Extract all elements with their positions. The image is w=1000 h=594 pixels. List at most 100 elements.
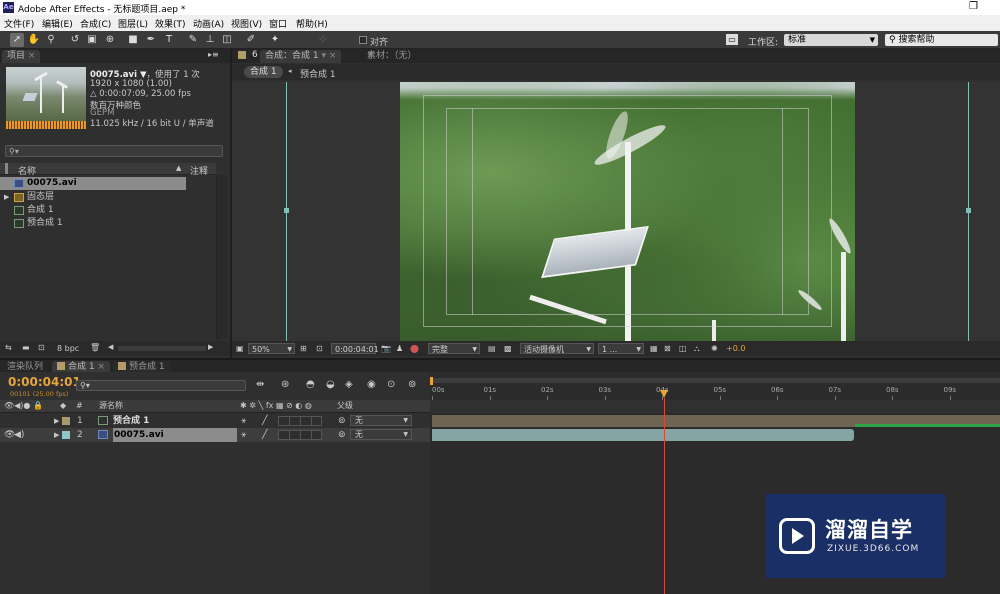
layer-name[interactable]: 预合成 1 xyxy=(113,414,149,428)
label-color-swatch[interactable] xyxy=(62,431,70,439)
axis-mode-icon[interactable]: ⊹ xyxy=(316,33,330,47)
col-source-name[interactable]: 源名称 xyxy=(99,400,123,412)
tab-composition[interactable]: 合成：合成 1 ▾ × xyxy=(260,50,342,63)
pan-behind-tool-icon[interactable]: ⊕ xyxy=(103,33,117,47)
roto-brush-tool-icon[interactable]: ✐ xyxy=(244,33,258,47)
motion-blur-icon[interactable]: ◈ xyxy=(345,379,353,390)
fast-preview-gear-icon[interactable]: ⛬ xyxy=(694,343,700,354)
audio-speaker-icon[interactable]: ◀) xyxy=(14,428,24,442)
parent-select[interactable]: 无 ▼ xyxy=(350,415,412,426)
always-preview-icon[interactable]: ▣ xyxy=(236,343,244,354)
exposure-icon[interactable]: ✺ xyxy=(711,343,718,354)
project-item-solids-folder[interactable]: ▶ 固态层 xyxy=(0,191,216,204)
project-search-input[interactable]: ⚲▾ xyxy=(5,145,223,157)
parent-select[interactable]: 无 ▼ xyxy=(350,429,412,440)
menu-anim[interactable]: 动画(A) xyxy=(193,17,224,30)
playhead-line[interactable] xyxy=(664,398,665,594)
snap-checkbox[interactable] xyxy=(359,36,367,44)
selection-tool-icon[interactable]: ➚ xyxy=(10,33,24,47)
restore-window-icon[interactable]: ❐ xyxy=(969,1,978,12)
timeline-layer-1[interactable]: ▶ 1 预合成 1 ⚹ ╱ ⊚ 无 ▼ xyxy=(0,414,430,428)
label-color-swatch[interactable] xyxy=(62,417,70,425)
resolution-select[interactable]: 完整 ▼ xyxy=(428,343,480,354)
graph-editor-icon[interactable]: ◉ xyxy=(367,379,376,390)
rotate-tool-icon[interactable]: ↺ xyxy=(68,33,82,47)
tab-project[interactable]: 项目 × xyxy=(2,50,41,63)
hide-shy-icon[interactable]: ◓ xyxy=(306,379,315,390)
crumb-comp1[interactable]: 合成 1 xyxy=(244,66,283,78)
scroll-left-icon[interactable]: ◀ xyxy=(108,343,113,351)
shy-switch-icon[interactable]: ⚹ xyxy=(241,414,246,428)
camera-select[interactable]: 活动摄像机 ▼ xyxy=(520,343,594,354)
layer-handle-right[interactable] xyxy=(966,208,971,213)
channel-icon[interactable]: ⬤ xyxy=(410,343,419,354)
quality-switch-icon[interactable]: ╱ xyxy=(262,428,267,442)
panel-menu-icon[interactable]: ▸≡ xyxy=(208,50,219,59)
timeline-layer-2[interactable]: 👁 ◀) ▶ 2 00075.avi ⚹ ╱ ⊚ 无 ▼ xyxy=(0,428,430,442)
brush-tool-icon[interactable]: ✎ xyxy=(186,33,200,47)
toggle-pixel-icon[interactable]: ▦ xyxy=(650,343,658,354)
flowchart-icon[interactable]: ◫ xyxy=(679,343,687,354)
label-tag-icon[interactable]: ◆ xyxy=(60,400,66,412)
work-area-bar[interactable] xyxy=(430,378,1000,383)
hand-tool-icon[interactable]: ✋ xyxy=(27,33,41,47)
camera-tool-icon[interactable]: ▣ xyxy=(85,33,99,47)
work-area-start-icon[interactable] xyxy=(430,377,433,385)
new-folder-icon[interactable]: ▬ xyxy=(22,343,30,352)
layer-handle-left[interactable] xyxy=(284,208,289,213)
toggle-mask-icon[interactable]: ⊠ xyxy=(664,343,671,354)
text-tool-icon[interactable]: T xyxy=(162,33,176,47)
transparency-grid-icon[interactable]: ⊡ xyxy=(316,343,323,354)
expand-triangle-icon[interactable]: ▶ xyxy=(54,428,59,442)
project-scrollbar[interactable] xyxy=(216,175,228,339)
col-name[interactable]: 名称 xyxy=(18,164,36,177)
playhead-handle-icon[interactable] xyxy=(660,390,668,398)
sort-up-icon[interactable]: ▲ xyxy=(176,164,181,172)
frame-blending-icon[interactable]: ◒ xyxy=(326,379,335,390)
pickwhip-icon[interactable]: ⊚ xyxy=(338,428,346,442)
crumb-precomp1[interactable]: 预合成 1 xyxy=(300,67,336,80)
draft-3d-icon[interactable]: ⊛ xyxy=(281,379,289,390)
footage-layer-bar[interactable] xyxy=(432,429,854,441)
pen-tool-icon[interactable]: ✒ xyxy=(144,33,158,47)
menu-comp[interactable]: 合成(C) xyxy=(80,17,111,30)
zoom-select[interactable]: 50% ▼ xyxy=(248,343,295,354)
expand-triangle-icon[interactable]: ▶ xyxy=(4,191,9,204)
rectangle-tool-icon[interactable]: ■ xyxy=(126,33,140,47)
shy-switch-icon[interactable]: ⚹ xyxy=(241,428,246,442)
help-search-input[interactable]: ⚲ 搜索帮助 xyxy=(885,34,998,46)
live-update-icon[interactable]: ⊚ xyxy=(408,379,416,390)
menu-window[interactable]: 窗口 xyxy=(269,17,287,30)
viewer-timecode[interactable]: 0:00:04:01 xyxy=(331,343,379,354)
col-parent[interactable]: 父级 xyxy=(337,400,353,412)
snapshot-camera-icon[interactable]: 📷 xyxy=(381,343,391,354)
brainstorm-icon[interactable]: ⊙ xyxy=(387,379,395,390)
layer-name[interactable]: 00075.avi xyxy=(113,428,237,442)
col-note[interactable]: 注释 xyxy=(190,164,208,177)
scroll-right-icon[interactable]: ▶ xyxy=(208,343,213,351)
interpret-footage-icon[interactable]: ⇆ xyxy=(5,343,12,352)
menu-help[interactable]: 帮助(H) xyxy=(296,17,328,30)
switch-boxes[interactable] xyxy=(278,416,322,426)
switch-boxes[interactable] xyxy=(278,430,322,440)
clone-stamp-tool-icon[interactable]: ⊥ xyxy=(203,33,217,47)
menu-layer[interactable]: 图层(L) xyxy=(118,17,148,30)
lock-icon[interactable] xyxy=(238,51,249,61)
new-comp-icon[interactable]: ⊡ xyxy=(38,343,45,352)
fast-preview-icon[interactable]: ▤ xyxy=(488,343,496,354)
zoom-tool-icon[interactable]: ⚲ xyxy=(44,33,58,47)
menu-edit[interactable]: 编辑(E) xyxy=(42,17,73,30)
timeline-search-input[interactable]: ⚲▾ xyxy=(76,380,246,391)
current-timecode[interactable]: 0:00:04:01 xyxy=(8,375,81,389)
views-select[interactable]: 1 ... ▼ xyxy=(598,343,644,354)
exposure-value[interactable]: +0.0 xyxy=(726,343,745,354)
project-item-precomp1[interactable]: 预合成 1 xyxy=(0,217,216,230)
workspace-select[interactable]: 标准 ▼ xyxy=(784,34,878,46)
quality-switch-icon[interactable]: ╱ xyxy=(262,414,267,428)
show-snapshot-icon[interactable]: ♟ xyxy=(396,343,403,354)
horizontal-scrollbar[interactable] xyxy=(118,346,206,351)
composition-viewer[interactable] xyxy=(232,82,1000,341)
project-item-comp1[interactable]: 合成 1 xyxy=(0,204,216,217)
pickwhip-icon[interactable]: ⊚ xyxy=(338,414,346,428)
bpc-label[interactable]: 8 bpc xyxy=(57,344,79,353)
